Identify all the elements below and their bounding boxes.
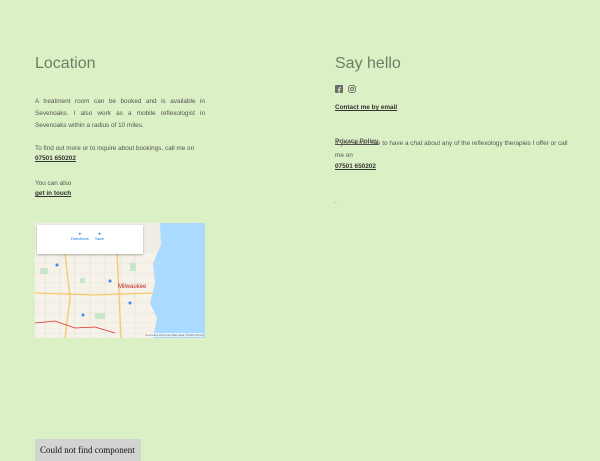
map-attribution: Keyboard shortcuts Map data ©2024 Terms: [145, 333, 203, 337]
contact-intro: You can also: [35, 180, 72, 187]
map-info-panel: ➤ Directions ★ Save: [37, 225, 143, 254]
save-button[interactable]: ★ Save: [95, 231, 104, 241]
component-error-message: Could not find component: [35, 439, 141, 461]
social-links: [335, 85, 356, 93]
instagram-icon[interactable]: [348, 85, 356, 93]
email-contact-link[interactable]: Contact me by email: [335, 104, 397, 111]
location-phone-link[interactable]: 07501 650202: [35, 155, 76, 162]
say-hello-heading: Say hello: [335, 55, 401, 72]
booking-info: To find out more or to inquire about boo…: [35, 145, 195, 152]
map-city-label: Milwaukee: [118, 284, 147, 290]
say-hello-text: If you would like to have a chat about a…: [335, 140, 568, 159]
location-heading: Location: [35, 55, 96, 72]
directions-button[interactable]: ➤ Directions: [71, 231, 89, 241]
say-hello-phone-link[interactable]: 07501 650202: [335, 163, 376, 170]
location-description: A treatment room can be booked and is av…: [35, 98, 205, 129]
get-in-touch-link[interactable]: get in touch: [35, 190, 71, 197]
embedded-map[interactable]: ➤ Directions ★ Save Milwaukee Keyboard s…: [35, 223, 205, 338]
facebook-icon[interactable]: [335, 85, 343, 93]
trailing-dot: .: [335, 198, 337, 205]
